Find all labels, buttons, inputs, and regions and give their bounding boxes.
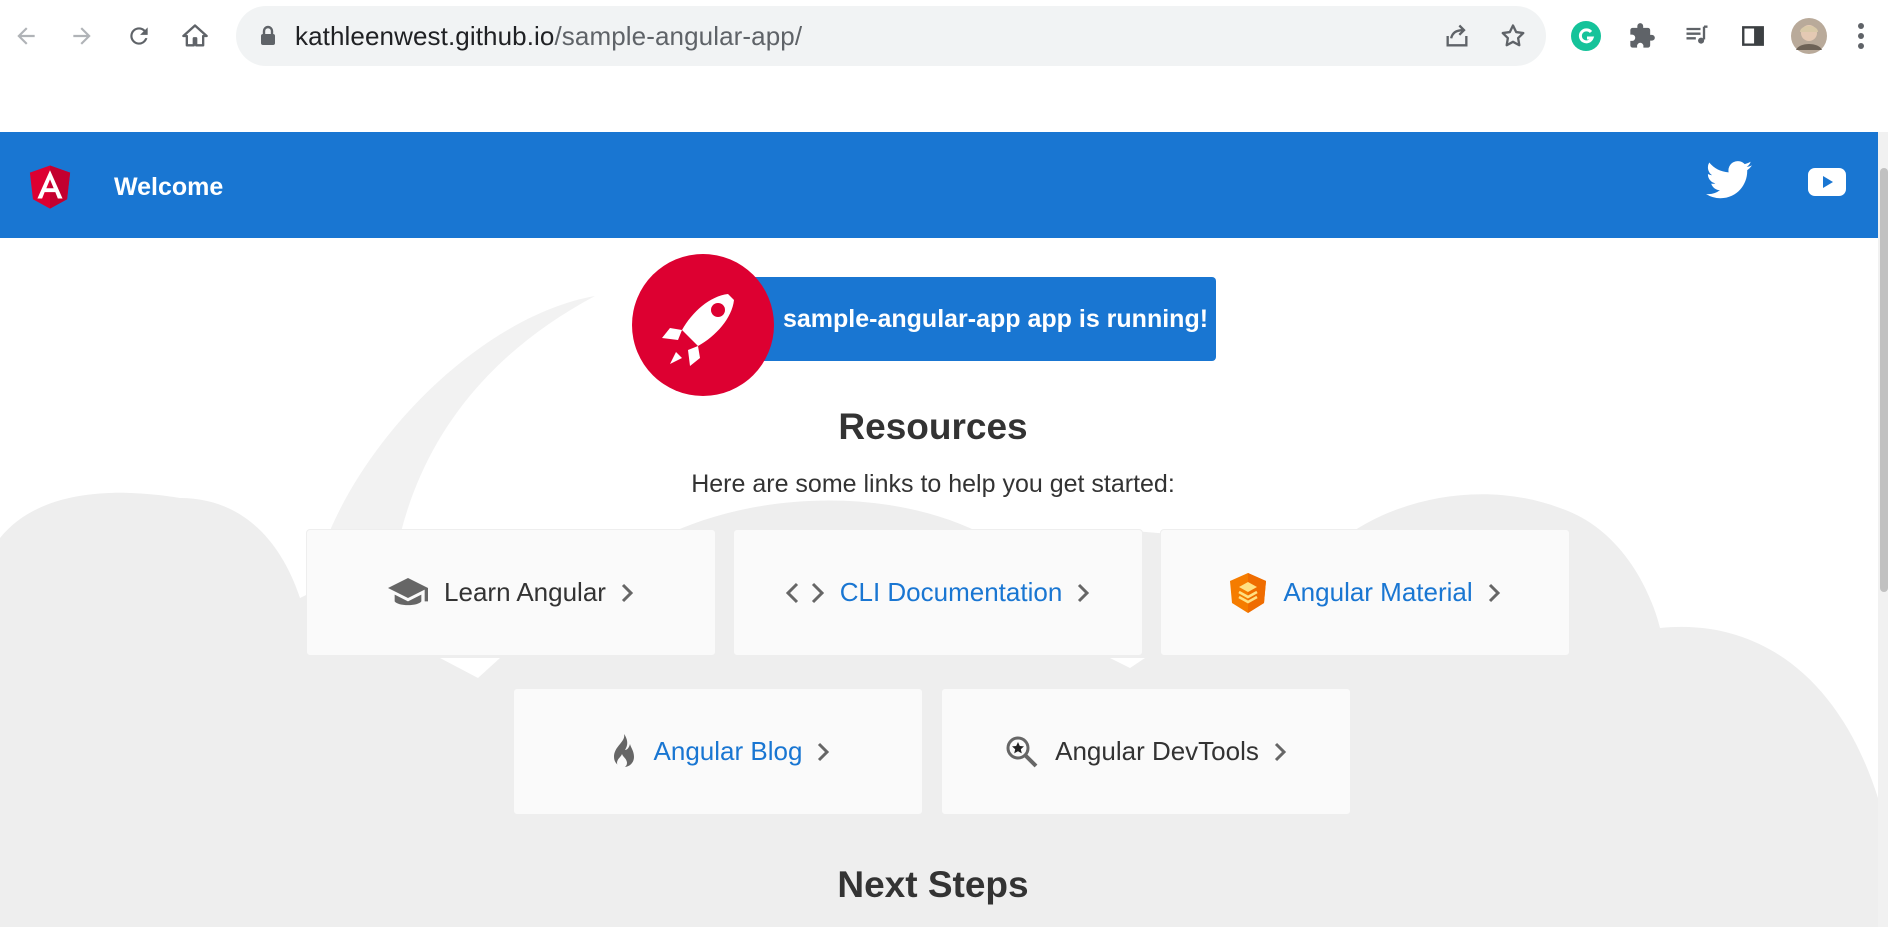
reload-button[interactable] (117, 14, 161, 58)
cli-documentation-card[interactable]: CLI Documentation (733, 529, 1143, 656)
url-host: kathleenwest.github.io (295, 21, 555, 51)
star-icon (1501, 24, 1525, 47)
menu-button[interactable] (1844, 14, 1878, 58)
angular-material-card[interactable]: Angular Material (1160, 529, 1570, 656)
media-button[interactable] (1675, 14, 1719, 58)
flame-icon (606, 732, 638, 772)
learn-angular-label: Learn Angular (444, 577, 606, 607)
code-brackets-icon (785, 581, 824, 605)
angular-devtools-card[interactable]: Angular DevTools (941, 688, 1351, 815)
angular-logo-icon (29, 165, 71, 209)
grammarly-extension[interactable] (1564, 14, 1608, 58)
twitter-link-icon[interactable] (1706, 160, 1752, 200)
home-button[interactable] (173, 14, 217, 58)
side-panel-button[interactable] (1731, 14, 1775, 58)
cli-documentation-label[interactable]: CLI Documentation (840, 577, 1063, 608)
playlist-icon (1686, 25, 1708, 44)
material-logo-icon (1229, 572, 1267, 614)
chevron-right-icon (620, 582, 634, 604)
resources-subtitle: Here are some links to help you get star… (691, 470, 1175, 498)
address-bar[interactable]: kathleenwest.github.io/sample-angular-ap… (236, 6, 1546, 66)
chevron-right-icon (816, 741, 830, 763)
toolbar-title: Welcome (114, 173, 224, 201)
main-content: sample-angular-app app is running! Resou… (0, 238, 1878, 927)
home-icon (182, 24, 208, 47)
arrow-left-icon (17, 27, 35, 45)
profile-button[interactable] (1787, 14, 1831, 58)
chevron-right-icon (1076, 582, 1090, 604)
learn-angular-card[interactable]: Learn Angular (306, 529, 716, 656)
avatar (1791, 18, 1827, 54)
youtube-link-icon[interactable] (1808, 168, 1846, 196)
back-button[interactable] (4, 14, 48, 58)
forward-button[interactable] (60, 14, 104, 58)
grammarly-icon (1571, 21, 1601, 51)
chevron-right-icon (1273, 741, 1287, 763)
page-scrollbar-thumb[interactable] (1880, 168, 1888, 592)
angular-devtools-label: Angular DevTools (1055, 736, 1259, 766)
devtools-magnifier-icon (1005, 735, 1039, 769)
lock-icon (261, 25, 275, 45)
share-icon (1446, 24, 1468, 47)
url-text: kathleenwest.github.io/sample-angular-ap… (295, 6, 802, 66)
side-panel-icon (1742, 26, 1764, 46)
next-steps-heading: Next Steps (837, 864, 1029, 905)
graduation-cap-icon (388, 576, 429, 610)
angular-blog-label[interactable]: Angular Blog (654, 736, 803, 767)
rocket-icon (632, 254, 774, 396)
angular-material-label[interactable]: Angular Material (1283, 577, 1472, 608)
kebab-menu-icon (1858, 23, 1864, 49)
browser-chrome: kathleenwest.github.io/sample-angular-ap… (0, 0, 1888, 74)
puzzle-icon (1630, 23, 1655, 48)
app-toolbar: Welcome (0, 132, 1878, 238)
chevron-right-icon (1487, 582, 1501, 604)
share-button[interactable] (1439, 18, 1475, 54)
reload-icon (130, 27, 148, 45)
url-path: /sample-angular-app/ (554, 21, 803, 51)
extensions-button[interactable] (1620, 14, 1664, 58)
app-running-text: sample-angular-app app is running! (783, 305, 1209, 333)
resources-heading: Resources (838, 406, 1028, 447)
angular-blog-card[interactable]: Angular Blog (513, 688, 923, 815)
bookmark-button[interactable] (1495, 18, 1531, 54)
arrow-right-icon (73, 27, 91, 45)
app-running-banner: sample-angular-app app is running! (735, 277, 1216, 361)
